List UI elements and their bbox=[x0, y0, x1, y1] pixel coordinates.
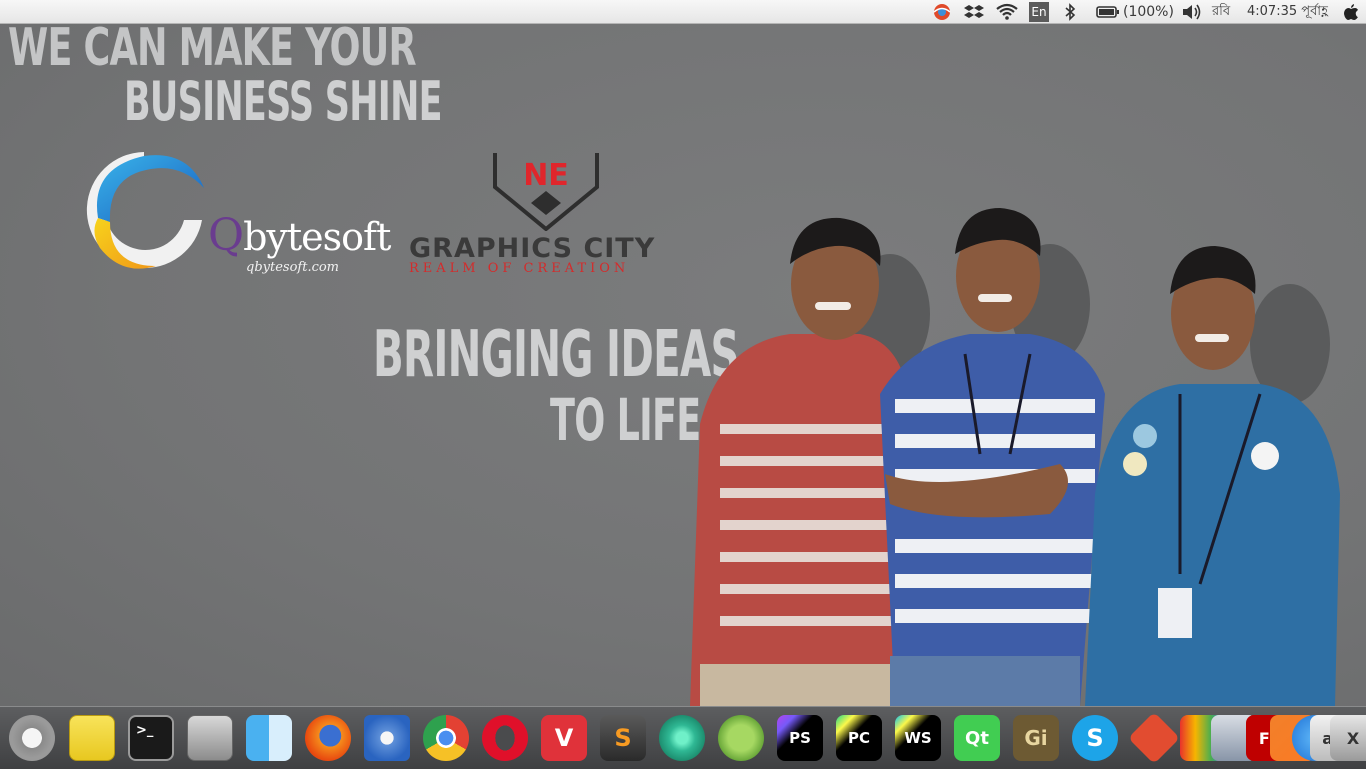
graphics-city-mark: NE bbox=[523, 158, 569, 193]
bluetooth-icon[interactable] bbox=[1064, 3, 1076, 21]
finder-icon[interactable] bbox=[246, 715, 292, 761]
qt-creator-label: Qt bbox=[965, 727, 989, 749]
volume-icon[interactable] bbox=[1181, 3, 1203, 21]
gimp-label: Gi bbox=[1024, 726, 1048, 750]
person-left bbox=[690, 217, 910, 706]
chrome-icon[interactable] bbox=[423, 715, 469, 761]
atom-icon[interactable] bbox=[659, 715, 705, 761]
qbytesoft-swirl-icon bbox=[86, 152, 204, 269]
team-photo bbox=[690, 208, 1340, 706]
webstorm-icon[interactable]: WS bbox=[895, 715, 941, 761]
firefox-icon[interactable] bbox=[305, 715, 351, 761]
app-3-label: X bbox=[1346, 728, 1360, 748]
ubuntu-icon[interactable] bbox=[9, 715, 55, 761]
battery-percentage: (100%) bbox=[1123, 4, 1174, 20]
skype-label: S bbox=[1086, 724, 1104, 752]
day-label[interactable]: রবি bbox=[1212, 0, 1230, 24]
application-dock: >_VSPSPCWSQtGiSFzaaX bbox=[0, 706, 1366, 769]
app-indicator-icon[interactable] bbox=[931, 3, 953, 21]
graphics-city-name: GRAPHICS CITY bbox=[409, 233, 656, 264]
git-icon[interactable] bbox=[1127, 711, 1181, 765]
sublime-text-icon[interactable]: S bbox=[600, 715, 646, 761]
disk-drive-icon[interactable] bbox=[187, 715, 233, 761]
top-menu-bar: En (100%) রবি 4:07:35 পূর্বাহ্ণ bbox=[0, 0, 1366, 24]
battery-icon[interactable] bbox=[1096, 3, 1120, 21]
clock[interactable]: 4:07:35 পূর্বাহ্ণ bbox=[1247, 0, 1328, 24]
sublime-text-label: S bbox=[614, 724, 632, 752]
terminal-icon[interactable]: >_ bbox=[128, 715, 174, 761]
wifi-icon[interactable] bbox=[996, 3, 1018, 21]
dropbox-icon[interactable] bbox=[964, 3, 984, 21]
qt-creator-icon[interactable]: Qt bbox=[954, 715, 1000, 761]
terminal-label: >_ bbox=[136, 723, 154, 738]
vivaldi-icon[interactable]: V bbox=[541, 715, 587, 761]
app-icon-3[interactable]: X bbox=[1330, 715, 1366, 761]
vivaldi-label: V bbox=[554, 724, 574, 752]
pycharm-label: PC bbox=[847, 729, 870, 747]
phpstorm-icon[interactable]: PS bbox=[777, 715, 823, 761]
desktop-wallpaper: WE CAN MAKE YOUR BUSINESS SHINE Qbytesof… bbox=[0, 24, 1366, 706]
qbytesoft-wordmark: Qbytesoft bbox=[208, 210, 391, 261]
safari-icon[interactable] bbox=[364, 715, 410, 761]
graphics-city-tagline: REALM OF CREATION bbox=[409, 261, 630, 276]
webstorm-label: WS bbox=[904, 729, 932, 747]
android-studio-icon[interactable] bbox=[718, 715, 764, 761]
qbytesoft-logo: Qbytesoft qbytesoft.com bbox=[80, 148, 391, 278]
qbytesoft-q-letter: Q bbox=[208, 210, 244, 261]
gimp-icon[interactable]: Gi bbox=[1013, 715, 1059, 761]
phpstorm-label: PS bbox=[789, 729, 811, 747]
opera-icon[interactable] bbox=[482, 715, 528, 761]
headline-line-2: BUSINESS SHINE bbox=[124, 70, 443, 133]
keyboard-layout-indicator[interactable]: En bbox=[1029, 2, 1049, 22]
skype-icon[interactable]: S bbox=[1072, 715, 1118, 761]
qbytesoft-url: qbytesoft.com bbox=[246, 260, 340, 275]
graphics-city-logo: NE GRAPHICS CITY REALM OF CREATION bbox=[405, 151, 685, 281]
qbytesoft-name: bytesoft bbox=[243, 215, 391, 259]
sticky-notes-icon[interactable] bbox=[69, 715, 115, 761]
tagline-line-2: TO LIFE bbox=[550, 386, 701, 454]
apple-logo-icon[interactable] bbox=[1342, 3, 1360, 21]
graphics-city-emblem-icon: NE bbox=[493, 153, 599, 231]
pycharm-icon[interactable]: PC bbox=[836, 715, 882, 761]
